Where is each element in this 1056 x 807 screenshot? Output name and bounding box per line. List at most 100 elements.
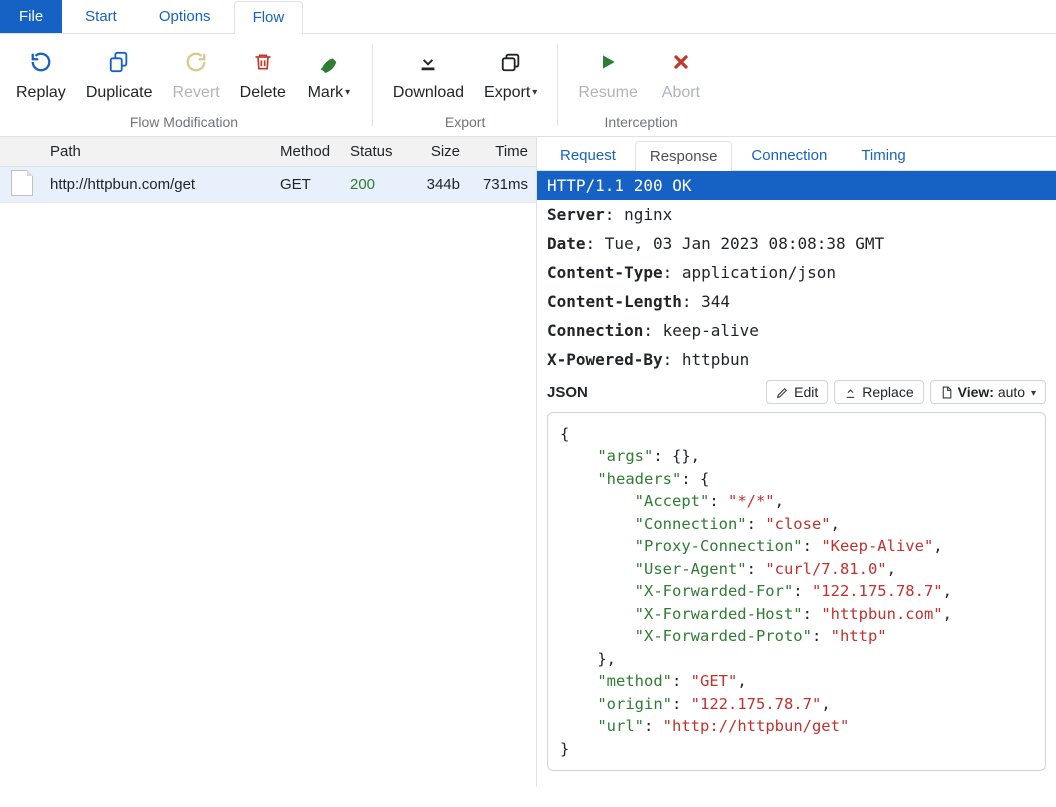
json-token: "122.175.78.7" [691,695,822,713]
json-token: : [672,695,691,713]
tab-request[interactable]: Request [545,140,631,170]
json-token: : [793,582,812,600]
export-label: Export▾ [484,84,537,102]
resume-label: Resume [578,84,638,102]
toolgroup-caption-flow-mod: Flow Modification [6,108,362,136]
json-token: "close" [765,515,830,533]
json-token: , [887,560,896,578]
header-name: Connection [547,321,643,340]
menu-options[interactable]: Options [140,0,230,33]
flow-size: 344b [404,172,466,197]
toolgroup-export: Download Export▾ Export [377,34,553,136]
header-value: Tue, 03 Jan 2023 08:08:38 GMT [605,234,884,253]
header-value: httpbun [682,350,749,369]
caret-down-icon: ▾ [1031,388,1036,399]
menu-file[interactable]: File [0,0,62,33]
menu-start[interactable]: Start [66,0,136,33]
export-icon [499,48,523,76]
export-button[interactable]: Export▾ [474,38,547,108]
menubar: File Start Options Flow [0,0,1056,34]
json-token: , [821,695,830,713]
tab-response[interactable]: Response [635,141,733,171]
header-sep: : [643,321,662,340]
header-sep: : [663,350,682,369]
delete-label: Delete [240,84,286,102]
abort-button[interactable]: Abort [648,38,714,108]
view-mode-button[interactable]: View: auto ▾ [930,380,1046,404]
toolgroup-caption-export: Export [383,108,547,136]
response-header: Date: Tue, 03 Jan 2023 08:08:38 GMT [537,229,1056,258]
json-token: "origin" [597,695,672,713]
json-token: "X-Forwarded-Host" [635,605,803,623]
header-sep: : [605,205,624,224]
json-token: , [831,515,840,533]
json-token: , [943,582,952,600]
json-token: : [747,515,766,533]
flow-file-icon [0,166,44,204]
col-method[interactable]: Method [274,139,344,164]
col-path[interactable]: Path [44,139,274,164]
duplicate-icon [107,48,131,76]
resume-button[interactable]: Resume [568,38,648,108]
json-token: : [644,717,663,735]
header-name: Content-Type [547,263,663,282]
abort-label: Abort [662,84,700,102]
col-time[interactable]: Time [466,139,536,164]
header-name: X-Powered-By [547,350,663,369]
content-toolbar: JSON Edit Replace View: auto ▾ [537,374,1056,412]
detail-tabs: Request Response Connection Timing [537,137,1056,171]
separator [557,44,558,126]
response-header: Content-Length: 344 [537,287,1056,316]
json-token: : [803,537,822,555]
edit-label: Edit [794,384,818,400]
json-token: "curl/7.81.0" [765,560,886,578]
menu-flow[interactable]: Flow [234,1,304,34]
json-token: , [775,492,784,510]
revert-button[interactable]: Revert [163,38,230,108]
json-token: } [597,650,606,668]
toolbar: Replay Duplicate Revert Delete [0,34,1056,136]
pencil-icon [776,386,789,399]
flow-row[interactable]: http://httpbun.com/get GET 200 344b 731m… [0,167,536,203]
json-token: } [560,740,569,758]
mark-button[interactable]: Mark▾ [296,38,362,108]
duplicate-button[interactable]: Duplicate [76,38,163,108]
json-token: "User-Agent" [635,560,747,578]
col-icon [0,148,44,156]
json-token: , [607,650,616,668]
json-token: : [653,447,672,465]
delete-button[interactable]: Delete [230,38,296,108]
abort-icon [671,48,691,76]
flow-method: GET [274,172,344,197]
header-value: nginx [624,205,672,224]
response-header: X-Powered-By: httpbun [537,345,1056,374]
json-token: , [737,672,746,690]
json-token: "*/*" [728,492,775,510]
json-token: { [700,470,709,488]
json-token: "args" [597,447,653,465]
header-sep: : [586,234,605,253]
response-json[interactable]: { "args": {}, "headers": { "Accept": "*/… [547,412,1046,771]
tab-timing[interactable]: Timing [846,140,920,170]
replace-label: Replace [862,384,913,400]
json-token: "url" [597,717,644,735]
json-token: "http://httpbun/get" [663,717,850,735]
tab-connection[interactable]: Connection [736,140,842,170]
replace-button[interactable]: Replace [834,380,923,404]
mark-label: Mark▾ [308,84,351,102]
toolgroup-flow-modification: Replay Duplicate Revert Delete [0,34,368,136]
header-name: Content-Length [547,292,682,311]
col-status[interactable]: Status [344,139,404,164]
caret-down-icon: ▾ [532,87,537,98]
file-icon [940,386,953,399]
replay-button[interactable]: Replay [6,38,76,108]
toolgroup-caption-interception: Interception [568,108,714,136]
edit-button[interactable]: Edit [766,380,828,404]
response-header: Connection: keep-alive [537,316,1056,345]
header-value: keep-alive [663,321,759,340]
replay-icon [30,48,52,76]
download-button[interactable]: Download [383,38,474,108]
col-size[interactable]: Size [404,139,466,164]
json-token: : [747,560,766,578]
download-label: Download [393,84,464,102]
